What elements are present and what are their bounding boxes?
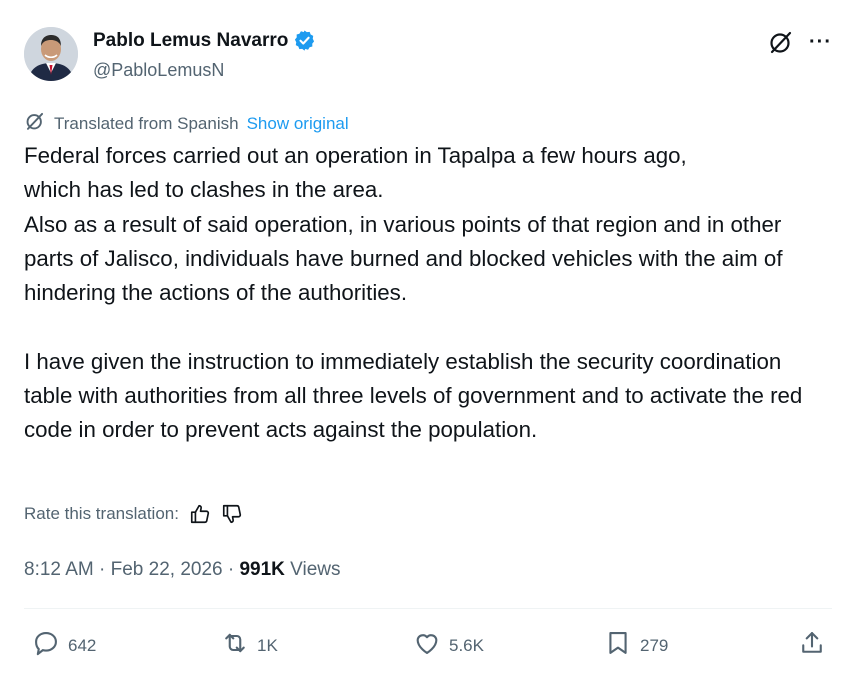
tweet-text: Federal forces carried out an operation … [24,143,803,443]
bookmark-count: 279 [640,635,669,655]
tweet-meta: 8:12 AM · Feb 22, 2026 · 991K Views [24,559,341,581]
author-handle[interactable]: @PabloLemusN [93,60,224,81]
share-icon [798,629,826,662]
translate-icon [24,110,46,137]
divider [24,608,832,609]
reply-button[interactable]: 642 [32,629,96,662]
translated-label: Translated from Spanish [54,113,239,133]
reply-icon [32,629,60,662]
avatar[interactable] [24,27,78,81]
bookmark-button[interactable]: 279 [604,629,668,662]
tweet-time[interactable]: 8:12 AM [24,559,94,580]
meta-separator: · [222,559,240,580]
views-count: 991K [239,559,285,580]
verified-badge-icon [293,29,316,52]
like-count: 5.6K [449,635,484,655]
repost-button[interactable]: 1K [221,629,278,662]
show-original-link[interactable]: Show original [247,114,349,134]
repost-icon [221,629,249,662]
rate-translation-label: Rate this translation: [24,504,179,523]
like-icon [413,629,441,662]
bookmark-icon [604,629,632,662]
views-label: Views [284,559,341,580]
share-button[interactable] [798,629,826,662]
thumbs-up-icon[interactable] [189,503,211,525]
like-button[interactable]: 5.6K [413,629,484,662]
repost-count: 1K [257,635,278,655]
action-bar: 642 1K 5.6K 279 [24,629,832,661]
more-icon[interactable]: ··· [809,32,832,52]
tweet-date[interactable]: Feb 22, 2026 [111,559,223,580]
meta-separator: · [93,559,111,580]
thumbs-down-icon[interactable] [221,503,243,525]
author-name[interactable]: Pablo Lemus Navarro [93,30,288,52]
grok-icon[interactable] [767,28,795,56]
reply-count: 642 [68,635,97,655]
